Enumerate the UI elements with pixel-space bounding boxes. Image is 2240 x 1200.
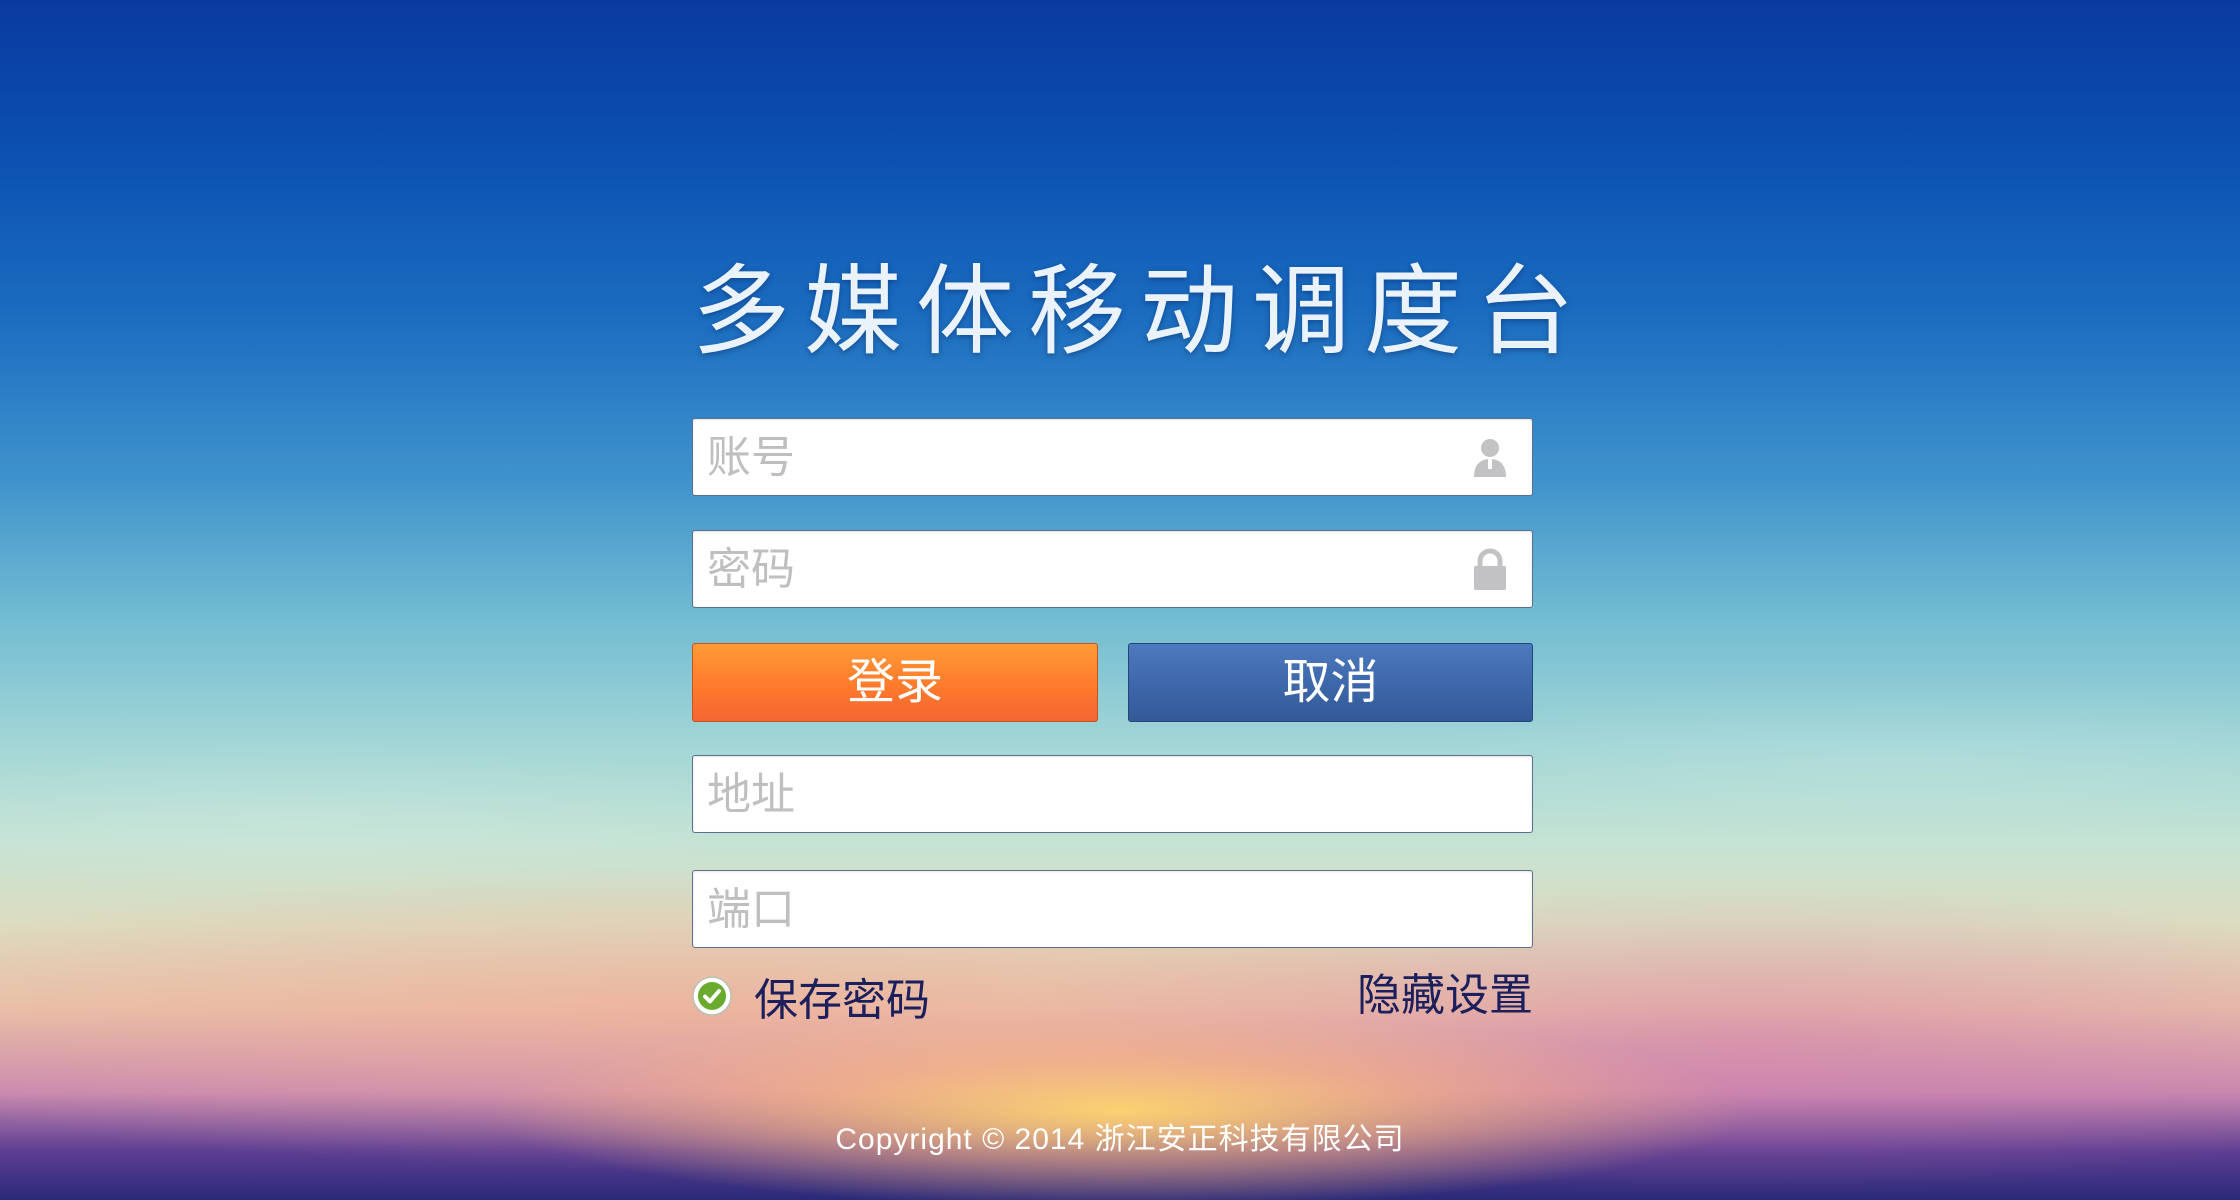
app-title: 多媒体移动调度台 [692, 255, 1589, 369]
remember-password-label: 保存密码 [754, 975, 930, 1026]
password-field[interactable] [692, 530, 1533, 608]
remember-password-checkbox[interactable]: 保存密码 [692, 968, 930, 1026]
lock-icon [1474, 548, 1506, 590]
password-input[interactable] [707, 531, 1467, 607]
account-field[interactable] [692, 418, 1533, 496]
check-circle-icon[interactable] [692, 976, 732, 1016]
port-field[interactable] [692, 870, 1533, 948]
copyright-text: Copyright © 2014 浙江安正科技有限公司 [835, 1123, 1405, 1156]
hide-settings-link[interactable]: 隐藏设置 [1357, 968, 1533, 1024]
user-icon [1474, 439, 1506, 477]
cancel-button[interactable]: 取消 [1128, 643, 1533, 722]
address-field[interactable] [692, 755, 1533, 833]
port-input[interactable] [707, 871, 1467, 947]
address-input[interactable] [707, 756, 1467, 832]
account-input[interactable] [707, 419, 1467, 495]
login-button[interactable]: 登录 [692, 643, 1098, 722]
